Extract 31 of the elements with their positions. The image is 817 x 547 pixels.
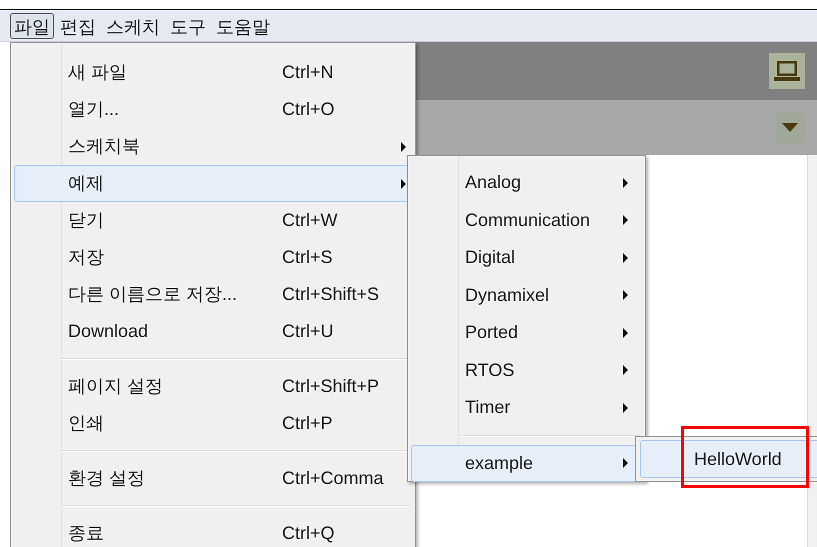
menu-item[interactable]: 열기... Ctrl+O <box>14 91 412 128</box>
menu-item[interactable]: HelloWorld <box>640 440 817 478</box>
monitor-icon <box>774 60 800 82</box>
submenu-arrow-icon <box>622 215 629 226</box>
submenu-arrow-icon <box>622 178 629 188</box>
menu-item[interactable]: RTOS <box>411 352 642 389</box>
menu-bar-item[interactable]: 도구 <box>166 12 210 38</box>
dropdown-icon <box>782 123 798 132</box>
submenu-arrow-icon <box>400 142 407 152</box>
menu-bar-item[interactable]: 파일 <box>10 12 54 38</box>
menu-bar-item[interactable]: 스케치 <box>102 12 164 38</box>
menu-item[interactable]: Ported <box>411 314 642 352</box>
menu-bar-item[interactable]: 도움말 <box>212 12 274 38</box>
serial-monitor-button[interactable] <box>769 53 805 89</box>
tab-menu-button[interactable] <box>775 112 805 142</box>
menu-item[interactable]: 종료 Ctrl+Q <box>14 515 412 547</box>
menu-item[interactable]: 새 파일 Ctrl+N <box>14 54 412 91</box>
submenu-arrow-icon <box>622 328 629 338</box>
menu-item[interactable]: Dynamixel <box>411 276 642 314</box>
submenu-arrow-icon <box>400 178 407 188</box>
submenu-arrow-icon <box>622 252 629 263</box>
menu-item[interactable]: 스케치북 <box>14 128 412 165</box>
submenu-arrow-icon <box>622 402 629 413</box>
menu-item[interactable]: Digital <box>411 239 642 276</box>
menu-bar-item[interactable]: 편집 <box>56 12 100 38</box>
menu-item[interactable]: Timer <box>411 389 642 426</box>
submenu-arrow-icon <box>622 365 629 376</box>
submenu-arrow-icon <box>622 458 629 468</box>
submenu-arrow-icon <box>622 290 629 300</box>
menu-item[interactable]: Communication <box>411 202 642 239</box>
menu-item[interactable]: Analog <box>411 164 642 202</box>
